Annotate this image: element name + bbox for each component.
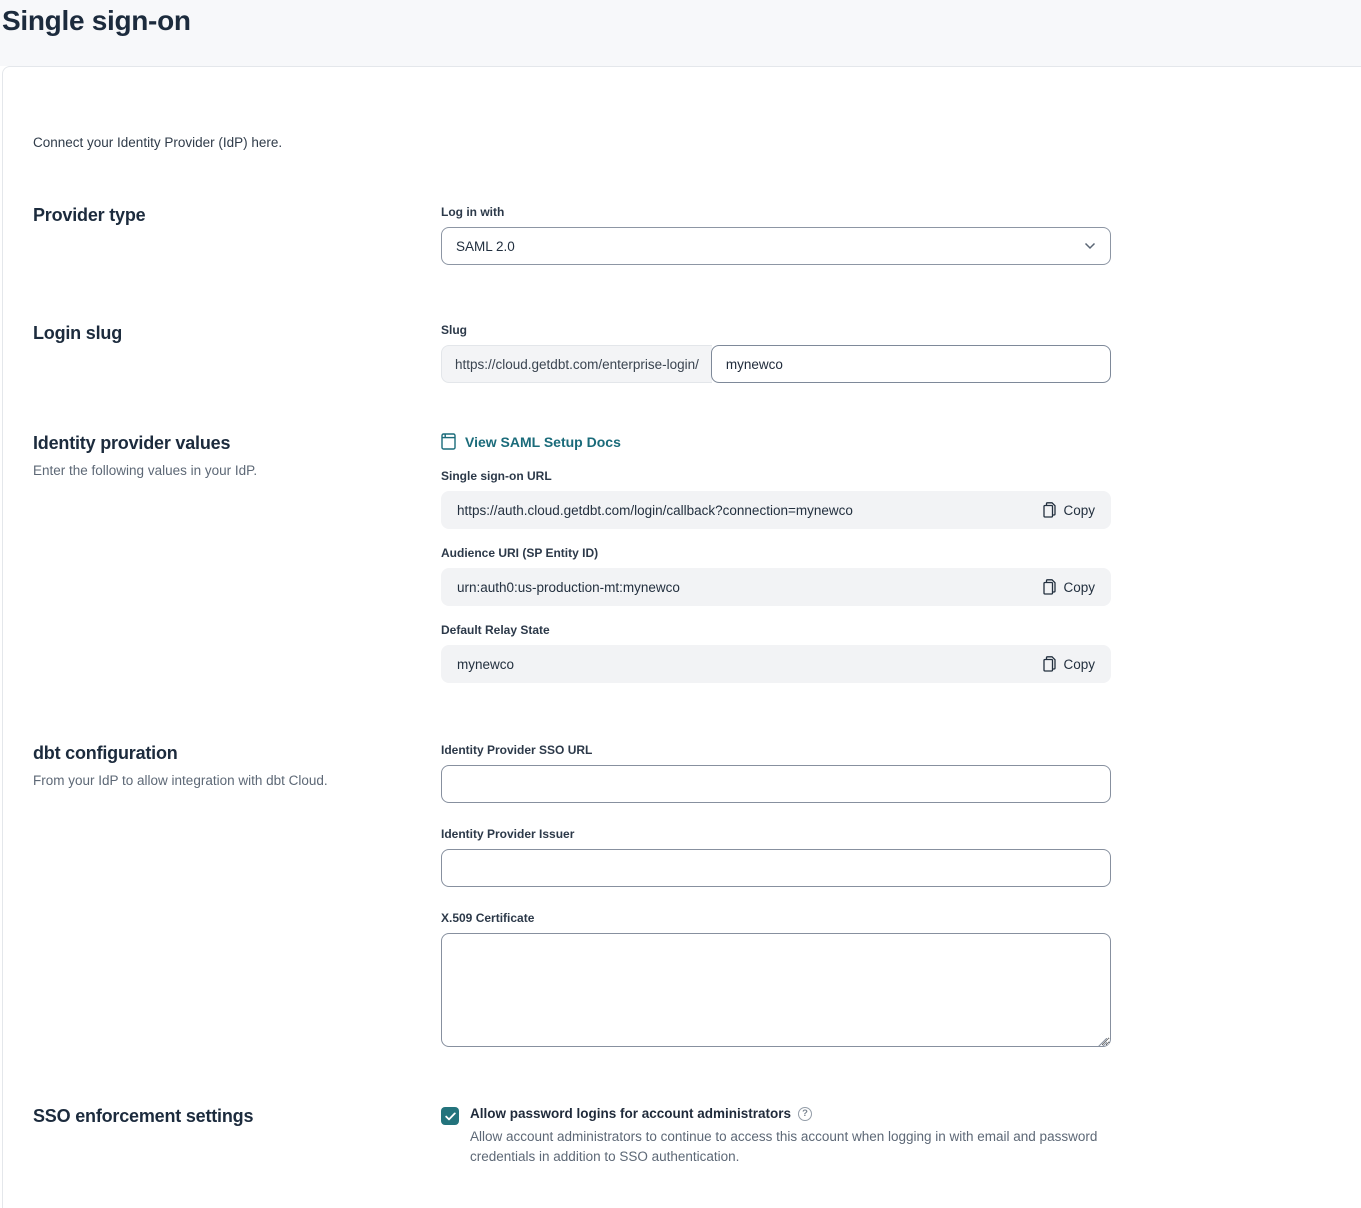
dbt-configuration-heading: dbt configuration — [33, 743, 441, 764]
provider-type-select[interactable]: SAML 2.0 — [441, 227, 1111, 265]
section-login-slug-left: Login slug — [33, 323, 441, 344]
section-dbt-configuration: dbt configuration From your IdP to allow… — [33, 743, 1361, 1052]
relay-state-field: mynewco Copy — [441, 645, 1111, 683]
section-provider-type: Provider type Log in with SAML 2.0 — [33, 205, 1361, 265]
allow-password-logins-row: Allow password logins for account admini… — [441, 1106, 1111, 1168]
audience-uri-field: urn:auth0:us-production-mt:mynewco Copy — [441, 568, 1111, 606]
section-provider-type-left: Provider type — [33, 205, 441, 226]
section-sso-enforcement-left: SSO enforcement settings — [33, 1106, 441, 1127]
sso-url-label: Single sign-on URL — [441, 469, 1111, 483]
copy-button-label: Copy — [1063, 657, 1095, 672]
section-dbt-configuration-form: Identity Provider SSO URL Identity Provi… — [441, 743, 1111, 1052]
audience-uri-value: urn:auth0:us-production-mt:mynewco — [457, 580, 680, 595]
x509-certificate-textarea[interactable] — [441, 933, 1111, 1047]
provider-type-heading: Provider type — [33, 205, 441, 226]
copy-icon — [1043, 579, 1056, 595]
x509-certificate-label: X.509 Certificate — [441, 911, 1111, 925]
help-icon[interactable]: ? — [798, 1107, 812, 1121]
copy-button-label: Copy — [1063, 580, 1095, 595]
allow-password-logins-label-line: Allow password logins for account admini… — [470, 1106, 1110, 1121]
checkmark-icon — [445, 1112, 456, 1121]
dbt-configuration-subheading: From your IdP to allow integration with … — [33, 773, 441, 788]
chevron-down-icon — [1084, 242, 1096, 250]
idp-sso-url-input[interactable] — [441, 765, 1111, 803]
section-login-slug-form: Slug https://cloud.getdbt.com/enterprise… — [441, 323, 1111, 383]
audience-uri-label: Audience URI (SP Entity ID) — [441, 546, 1111, 560]
sso-enforcement-heading: SSO enforcement settings — [33, 1106, 441, 1127]
section-login-slug: Login slug Slug https://cloud.getdbt.com… — [33, 323, 1361, 383]
copy-icon — [1043, 656, 1056, 672]
relay-state-value: mynewco — [457, 657, 514, 672]
intro-text: Connect your Identity Provider (IdP) her… — [33, 67, 1361, 150]
idp-values-heading: Identity provider values — [33, 433, 441, 454]
slug-field-group: https://cloud.getdbt.com/enterprise-logi… — [441, 345, 1111, 383]
copy-sso-url-button[interactable]: Copy — [1043, 502, 1095, 518]
section-idp-values-left: Identity provider values Enter the follo… — [33, 433, 441, 478]
copy-button-label: Copy — [1063, 503, 1095, 518]
copy-icon — [1043, 502, 1056, 518]
section-idp-values-form: View SAML Setup Docs Single sign-on URL … — [441, 433, 1111, 683]
sso-url-field: https://auth.cloud.getdbt.com/login/call… — [441, 491, 1111, 529]
view-saml-docs-label: View SAML Setup Docs — [465, 434, 621, 450]
view-saml-docs-link[interactable]: View SAML Setup Docs — [441, 433, 621, 450]
slug-url-prefix: https://cloud.getdbt.com/enterprise-logi… — [441, 345, 712, 383]
slug-input[interactable] — [711, 345, 1111, 383]
allow-password-logins-checkbox[interactable] — [441, 1107, 459, 1125]
section-provider-type-form: Log in with SAML 2.0 — [441, 205, 1111, 265]
section-sso-enforcement: SSO enforcement settings Allow password … — [33, 1106, 1361, 1168]
idp-sso-url-label: Identity Provider SSO URL — [441, 743, 1111, 757]
section-idp-values: Identity provider values Enter the follo… — [33, 433, 1361, 683]
sso-url-value: https://auth.cloud.getdbt.com/login/call… — [457, 503, 853, 518]
page-title: Single sign-on — [2, 4, 1361, 38]
section-dbt-configuration-left: dbt configuration From your IdP to allow… — [33, 743, 441, 788]
allow-password-logins-description: Allow account administrators to continue… — [470, 1127, 1110, 1168]
idp-values-subheading: Enter the following values in your IdP. — [33, 463, 441, 478]
idp-issuer-input[interactable] — [441, 849, 1111, 887]
settings-card: Connect your Identity Provider (IdP) her… — [2, 66, 1361, 1208]
x509-certificate-wrap — [441, 933, 1111, 1052]
login-slug-heading: Login slug — [33, 323, 441, 344]
login-with-label: Log in with — [441, 205, 1111, 219]
idp-issuer-label: Identity Provider Issuer — [441, 827, 1111, 841]
allow-password-logins-text: Allow password logins for account admini… — [470, 1106, 1110, 1168]
document-icon — [441, 433, 456, 450]
copy-audience-uri-button[interactable]: Copy — [1043, 579, 1095, 595]
allow-password-logins-label: Allow password logins for account admini… — [470, 1106, 791, 1121]
provider-type-selected-value: SAML 2.0 — [456, 239, 515, 254]
copy-relay-state-button[interactable]: Copy — [1043, 656, 1095, 672]
page-header: Single sign-on — [0, 0, 1361, 66]
relay-state-label: Default Relay State — [441, 623, 1111, 637]
slug-label: Slug — [441, 323, 1111, 337]
section-sso-enforcement-form: Allow password logins for account admini… — [441, 1106, 1111, 1168]
